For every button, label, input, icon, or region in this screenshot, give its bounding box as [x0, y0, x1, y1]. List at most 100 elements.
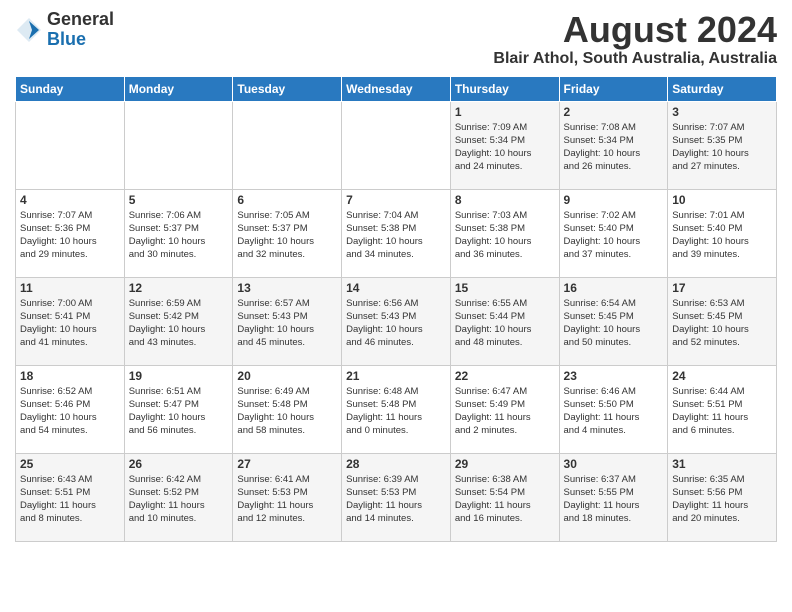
column-header-friday: Friday: [559, 76, 668, 101]
day-number: 30: [564, 457, 664, 471]
day-number: 31: [672, 457, 772, 471]
calendar-cell: 4 Sunrise: 7:07 AM Sunset: 5:36 PM Daylig…: [16, 189, 125, 277]
calendar-cell: 30 Sunrise: 6:37 AM Sunset: 5:55 PM Dayli…: [559, 453, 668, 541]
calendar-cell: 8 Sunrise: 7:03 AM Sunset: 5:38 PM Daylig…: [450, 189, 559, 277]
calendar-cell: 1Sunrise: 7:09 AM Sunset: 5:34 PM Daylig…: [450, 101, 559, 189]
day-number: 15: [455, 281, 555, 295]
cell-content: Sunrise: 6:57 AM Sunset: 5:43 PM Dayligh…: [237, 297, 337, 350]
cell-content: Sunrise: 7:06 AM Sunset: 5:37 PM Dayligh…: [129, 209, 229, 262]
day-number: 20: [237, 369, 337, 383]
page-header: General Blue August 2024 Blair Athol, So…: [15, 10, 777, 68]
cell-content: Sunrise: 7:07 AM Sunset: 5:36 PM Dayligh…: [20, 209, 120, 262]
cell-content: Sunrise: 6:35 AM Sunset: 5:56 PM Dayligh…: [672, 473, 772, 526]
calendar-cell: 14Sunrise: 6:56 AM Sunset: 5:43 PM Dayli…: [342, 277, 451, 365]
column-header-sunday: Sunday: [16, 76, 125, 101]
day-number: 2: [564, 105, 664, 119]
calendar-week-row: 1Sunrise: 7:09 AM Sunset: 5:34 PM Daylig…: [16, 101, 777, 189]
day-number: 27: [237, 457, 337, 471]
cell-content: Sunrise: 7:03 AM Sunset: 5:38 PM Dayligh…: [455, 209, 555, 262]
calendar-cell: 13 Sunrise: 6:57 AM Sunset: 5:43 PM Dayli…: [233, 277, 342, 365]
calendar-cell: 25 Sunrise: 6:43 AM Sunset: 5:51 PM Dayli…: [16, 453, 125, 541]
day-number: 18: [20, 369, 120, 383]
calendar-cell: 20Sunrise: 6:49 AM Sunset: 5:48 PM Dayli…: [233, 365, 342, 453]
day-number: 25: [20, 457, 120, 471]
calendar-cell: 7Sunrise: 7:04 AM Sunset: 5:38 PM Daylig…: [342, 189, 451, 277]
cell-content: Sunrise: 6:47 AM Sunset: 5:49 PM Dayligh…: [455, 385, 555, 438]
cell-content: Sunrise: 6:39 AM Sunset: 5:53 PM Dayligh…: [346, 473, 446, 526]
month-year-title: August 2024: [493, 10, 777, 50]
day-number: 24: [672, 369, 772, 383]
calendar-cell: [342, 101, 451, 189]
cell-content: Sunrise: 6:46 AM Sunset: 5:50 PM Dayligh…: [564, 385, 664, 438]
cell-content: Sunrise: 6:59 AM Sunset: 5:42 PM Dayligh…: [129, 297, 229, 350]
calendar-cell: 11 Sunrise: 7:00 AM Sunset: 5:41 PM Dayli…: [16, 277, 125, 365]
calendar-week-row: 25 Sunrise: 6:43 AM Sunset: 5:51 PM Dayli…: [16, 453, 777, 541]
cell-content: Sunrise: 7:08 AM Sunset: 5:34 PM Dayligh…: [564, 121, 664, 174]
logo: General Blue: [15, 10, 114, 50]
cell-content: Sunrise: 6:51 AM Sunset: 5:47 PM Dayligh…: [129, 385, 229, 438]
cell-content: Sunrise: 6:38 AM Sunset: 5:54 PM Dayligh…: [455, 473, 555, 526]
calendar-body: 1Sunrise: 7:09 AM Sunset: 5:34 PM Daylig…: [16, 101, 777, 541]
column-header-saturday: Saturday: [668, 76, 777, 101]
calendar-cell: 10 Sunrise: 7:01 AM Sunset: 5:40 PM Dayli…: [668, 189, 777, 277]
calendar-cell: [124, 101, 233, 189]
cell-content: Sunrise: 6:52 AM Sunset: 5:46 PM Dayligh…: [20, 385, 120, 438]
logo-icon: [15, 16, 43, 44]
calendar-cell: 5 Sunrise: 7:06 AM Sunset: 5:37 PM Daylig…: [124, 189, 233, 277]
calendar-cell: [233, 101, 342, 189]
day-number: 8: [455, 193, 555, 207]
calendar-cell: 24 Sunrise: 6:44 AM Sunset: 5:51 PM Dayli…: [668, 365, 777, 453]
calendar-cell: 15 Sunrise: 6:55 AM Sunset: 5:44 PM Dayli…: [450, 277, 559, 365]
calendar-cell: 3 Sunrise: 7:07 AM Sunset: 5:35 PM Daylig…: [668, 101, 777, 189]
day-number: 5: [129, 193, 229, 207]
calendar-week-row: 11 Sunrise: 7:00 AM Sunset: 5:41 PM Dayli…: [16, 277, 777, 365]
calendar-cell: 26Sunrise: 6:42 AM Sunset: 5:52 PM Dayli…: [124, 453, 233, 541]
cell-content: Sunrise: 6:37 AM Sunset: 5:55 PM Dayligh…: [564, 473, 664, 526]
cell-content: Sunrise: 6:44 AM Sunset: 5:51 PM Dayligh…: [672, 385, 772, 438]
title-block: August 2024 Blair Athol, South Australia…: [493, 10, 777, 68]
day-number: 13: [237, 281, 337, 295]
column-header-wednesday: Wednesday: [342, 76, 451, 101]
calendar-cell: 19 Sunrise: 6:51 AM Sunset: 5:47 PM Dayli…: [124, 365, 233, 453]
calendar-week-row: 4 Sunrise: 7:07 AM Sunset: 5:36 PM Daylig…: [16, 189, 777, 277]
cell-content: Sunrise: 7:00 AM Sunset: 5:41 PM Dayligh…: [20, 297, 120, 350]
calendar-cell: 12Sunrise: 6:59 AM Sunset: 5:42 PM Dayli…: [124, 277, 233, 365]
logo-general-text: General: [47, 10, 114, 30]
day-number: 28: [346, 457, 446, 471]
day-number: 19: [129, 369, 229, 383]
cell-content: Sunrise: 7:07 AM Sunset: 5:35 PM Dayligh…: [672, 121, 772, 174]
calendar-cell: 21 Sunrise: 6:48 AM Sunset: 5:48 PM Dayli…: [342, 365, 451, 453]
calendar-cell: 2 Sunrise: 7:08 AM Sunset: 5:34 PM Daylig…: [559, 101, 668, 189]
cell-content: Sunrise: 7:01 AM Sunset: 5:40 PM Dayligh…: [672, 209, 772, 262]
day-number: 23: [564, 369, 664, 383]
logo-blue-text: Blue: [47, 30, 114, 50]
calendar-cell: [16, 101, 125, 189]
day-number: 21: [346, 369, 446, 383]
day-number: 3: [672, 105, 772, 119]
column-header-monday: Monday: [124, 76, 233, 101]
calendar-cell: 29 Sunrise: 6:38 AM Sunset: 5:54 PM Dayli…: [450, 453, 559, 541]
calendar-cell: 23 Sunrise: 6:46 AM Sunset: 5:50 PM Dayli…: [559, 365, 668, 453]
cell-content: Sunrise: 6:43 AM Sunset: 5:51 PM Dayligh…: [20, 473, 120, 526]
calendar-header: SundayMondayTuesdayWednesdayThursdayFrid…: [16, 76, 777, 101]
day-number: 4: [20, 193, 120, 207]
day-number: 1: [455, 105, 555, 119]
header-row: SundayMondayTuesdayWednesdayThursdayFrid…: [16, 76, 777, 101]
day-number: 10: [672, 193, 772, 207]
cell-content: Sunrise: 7:05 AM Sunset: 5:37 PM Dayligh…: [237, 209, 337, 262]
day-number: 7: [346, 193, 446, 207]
cell-content: Sunrise: 6:56 AM Sunset: 5:43 PM Dayligh…: [346, 297, 446, 350]
cell-content: Sunrise: 6:48 AM Sunset: 5:48 PM Dayligh…: [346, 385, 446, 438]
day-number: 16: [564, 281, 664, 295]
day-number: 11: [20, 281, 120, 295]
calendar-cell: 16Sunrise: 6:54 AM Sunset: 5:45 PM Dayli…: [559, 277, 668, 365]
calendar-cell: 17 Sunrise: 6:53 AM Sunset: 5:45 PM Dayli…: [668, 277, 777, 365]
column-header-tuesday: Tuesday: [233, 76, 342, 101]
column-header-thursday: Thursday: [450, 76, 559, 101]
calendar-cell: 27Sunrise: 6:41 AM Sunset: 5:53 PM Dayli…: [233, 453, 342, 541]
cell-content: Sunrise: 6:55 AM Sunset: 5:44 PM Dayligh…: [455, 297, 555, 350]
day-number: 6: [237, 193, 337, 207]
cell-content: Sunrise: 6:53 AM Sunset: 5:45 PM Dayligh…: [672, 297, 772, 350]
day-number: 17: [672, 281, 772, 295]
day-number: 29: [455, 457, 555, 471]
